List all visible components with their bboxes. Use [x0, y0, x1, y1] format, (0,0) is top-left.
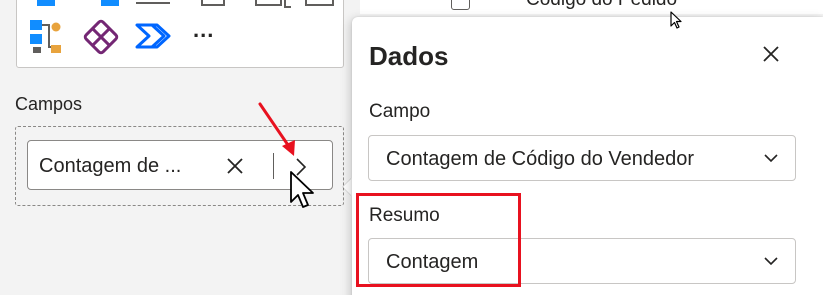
- close-icon[interactable]: [224, 155, 246, 177]
- fields-label: Campos: [15, 94, 83, 114]
- campo-dropdown[interactable]: Contagem de Código do Vendedor: [368, 135, 796, 181]
- slicer-icon[interactable]: [199, 0, 227, 9]
- column-checkbox[interactable]: [451, 0, 470, 10]
- more-visuals-button[interactable]: ...: [193, 17, 214, 43]
- resumo-dropdown[interactable]: Contagem: [368, 238, 796, 284]
- resumo-dropdown-value: Contagem: [386, 251, 479, 273]
- campo-label: Campo: [369, 101, 431, 122]
- table-icon[interactable]: [35, 0, 57, 7]
- visualizations-pane: ... Campos Contagem de ...: [0, 0, 360, 295]
- power-automate-icon[interactable]: [134, 19, 174, 53]
- popup-title: Dados: [369, 41, 449, 71]
- visualization-gallery: ...: [16, 0, 344, 68]
- popup-pointer: [343, 178, 352, 196]
- kpi-icon[interactable]: [253, 0, 293, 9]
- multi-row-card-icon[interactable]: [303, 0, 339, 9]
- decomposition-tree-icon[interactable]: [27, 17, 63, 55]
- card-icon[interactable]: [135, 0, 171, 7]
- matrix-icon[interactable]: [99, 0, 121, 7]
- column-header-text: Código do Pedido: [526, 0, 677, 11]
- chevron-right-icon[interactable]: [290, 156, 312, 178]
- chevron-down-icon: [764, 257, 778, 266]
- close-icon[interactable]: [760, 43, 782, 65]
- field-pill[interactable]: Contagem de ...: [27, 140, 333, 190]
- pill-divider: [273, 153, 274, 179]
- chevron-down-icon: [764, 154, 778, 163]
- data-popup: Dados Campo Contagem de Código do Vended…: [352, 17, 823, 295]
- resumo-label: Resumo: [369, 205, 440, 226]
- campo-dropdown-value: Contagem de Código do Vendedor: [386, 148, 695, 170]
- power-apps-icon[interactable]: [82, 18, 120, 56]
- fields-well[interactable]: Contagem de ...: [15, 126, 344, 206]
- field-pill-label: Contagem de ...: [39, 155, 182, 177]
